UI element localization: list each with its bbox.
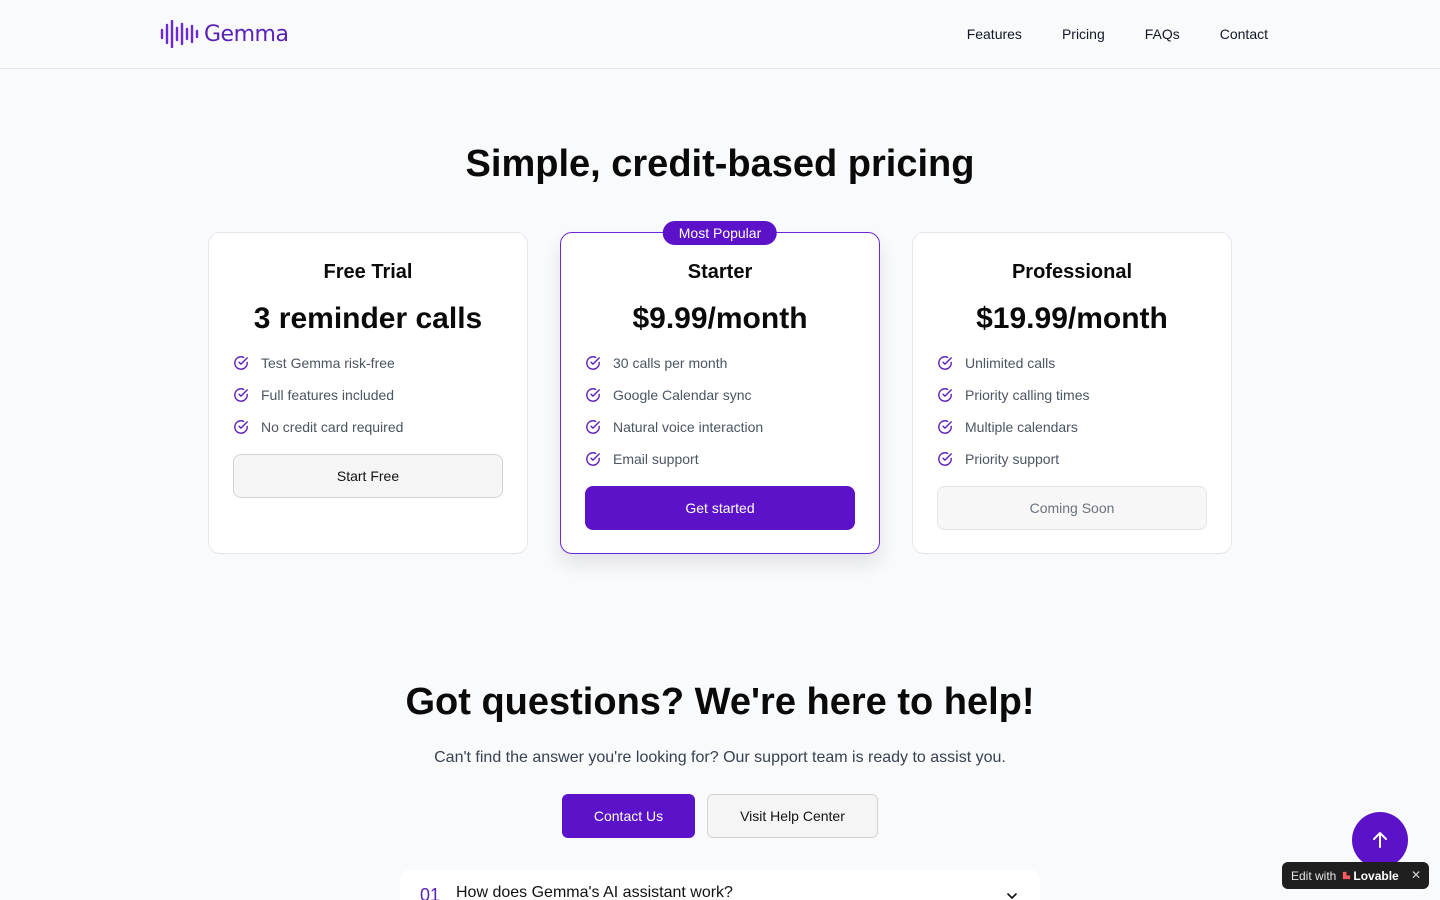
feature-list: Unlimited calls Priority calling times M… <box>937 353 1089 481</box>
feature-item: Natural voice interaction <box>585 417 763 437</box>
plan-card-professional: Professional $19.99/month Unlimited call… <box>912 232 1232 554</box>
arrow-up-icon <box>1373 832 1387 848</box>
feature-list: 30 calls per month Google Calendar sync … <box>585 353 763 481</box>
chevron-down-icon <box>1007 893 1017 899</box>
check-circle-icon <box>938 388 952 402</box>
most-popular-badge: Most Popular <box>662 221 778 245</box>
check-circle-icon <box>938 420 952 434</box>
feature-text: Email support <box>613 451 699 467</box>
plan-name: Starter <box>687 261 753 283</box>
check-circle-icon <box>586 356 600 370</box>
feature-item: 30 calls per month <box>585 353 763 373</box>
faq-number: 01 <box>420 885 441 900</box>
check-circle-icon <box>234 420 248 434</box>
plan-price: $9.99/month <box>632 302 808 335</box>
edit-with-label: Edit with <box>1291 868 1337 883</box>
feature-text: 30 calls per month <box>613 355 728 371</box>
feature-item: Email support <box>585 449 763 469</box>
logo-text: Gemma <box>204 21 289 47</box>
lovable-logo-icon <box>1343 871 1351 880</box>
check-circle-icon <box>938 356 952 370</box>
support-title: Got questions? We're here to help! <box>405 681 1035 723</box>
feature-text: No credit card required <box>261 419 404 435</box>
feature-text: Google Calendar sync <box>613 387 752 403</box>
support-subtitle: Can't find the answer you're looking for… <box>434 749 1006 766</box>
feature-text: Full features included <box>261 387 395 403</box>
lovable-brand: Lovable <box>1342 868 1399 883</box>
feature-item: Unlimited calls <box>937 353 1089 373</box>
pricing-title: Simple, credit-based pricing <box>465 143 975 185</box>
check-circle-icon <box>234 388 248 402</box>
check-circle-icon <box>938 452 952 466</box>
nav-link-contact[interactable]: Contact <box>1220 24 1268 44</box>
nav-link-features[interactable]: Features <box>967 24 1022 44</box>
plan-name: Professional <box>1011 261 1133 283</box>
feature-item: Priority calling times <box>937 385 1089 405</box>
feature-item: Test Gemma risk-free <box>233 353 403 373</box>
nav-link-pricing[interactable]: Pricing <box>1062 24 1105 44</box>
feature-text: Unlimited calls <box>965 355 1056 371</box>
close-icon[interactable]: ✕ <box>1411 868 1421 882</box>
feature-text: Priority support <box>965 451 1060 467</box>
feature-list: Test Gemma risk-free Full features inclu… <box>233 353 403 449</box>
lovable-brand-text: Lovable <box>1353 868 1399 883</box>
contact-us-button[interactable]: Contact Us <box>562 794 695 838</box>
logo[interactable]: Gemma <box>160 18 289 50</box>
plan-card-starter: Most Popular Starter $9.99/month 30 call… <box>560 221 880 554</box>
check-circle-icon <box>586 420 600 434</box>
visit-help-center-button[interactable]: Visit Help Center <box>707 794 878 838</box>
coming-soon-button[interactable]: Coming Soon <box>937 486 1207 530</box>
waveform-icon <box>160 20 199 48</box>
feature-text: Natural voice interaction <box>613 419 764 435</box>
feature-text: Test Gemma risk-free <box>261 355 395 371</box>
faq-item[interactable]: 01 How does Gemma's AI assistant work? <box>400 870 1040 900</box>
site-header: Gemma Features Pricing FAQs Contact <box>0 0 1440 69</box>
start-free-button[interactable]: Start Free <box>233 454 503 498</box>
feature-item: Priority support <box>937 449 1089 469</box>
get-started-button[interactable]: Get started <box>585 486 855 530</box>
check-circle-icon <box>586 388 600 402</box>
plan-price: $19.99/month <box>976 302 1168 335</box>
scroll-to-top-button[interactable] <box>1352 812 1408 868</box>
feature-text: Priority calling times <box>965 387 1090 403</box>
plan-card-free-trial: Free Trial 3 reminder calls Test Gemma r… <box>208 232 528 554</box>
feature-text: Multiple calendars <box>965 419 1078 435</box>
check-circle-icon <box>586 452 600 466</box>
feature-item: No credit card required <box>233 417 403 437</box>
check-circle-icon <box>234 356 248 370</box>
feature-item: Google Calendar sync <box>585 385 763 405</box>
faq-question: How does Gemma's AI assistant work? <box>456 884 733 900</box>
nav-link-faqs[interactable]: FAQs <box>1145 24 1180 44</box>
feature-item: Multiple calendars <box>937 417 1089 437</box>
main-nav: Features Pricing FAQs Contact <box>927 24 1268 44</box>
plan-price: 3 reminder calls <box>253 302 483 335</box>
plan-name: Free Trial <box>323 261 413 283</box>
feature-item: Full features included <box>233 385 403 405</box>
edit-with-lovable-badge[interactable]: Edit with Lovable ✕ <box>1282 862 1429 889</box>
